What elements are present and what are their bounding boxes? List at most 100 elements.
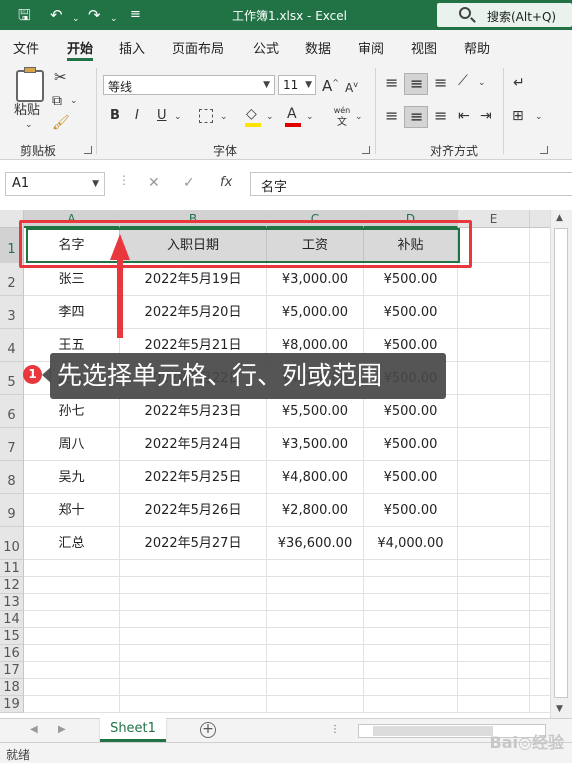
italic-button[interactable]: I xyxy=(135,107,139,125)
tab-page-layout[interactable]: 页面布局 xyxy=(172,38,224,57)
tab-file[interactable]: 文件 xyxy=(13,38,39,57)
orientation-dropdown-icon[interactable]: ⌄ xyxy=(478,78,486,88)
empty-cell[interactable] xyxy=(120,594,267,611)
row-header[interactable]: 7 xyxy=(0,428,24,461)
paste-icon[interactable] xyxy=(16,67,44,102)
redo-icon[interactable]: ↷ xyxy=(88,6,101,24)
tab-data[interactable]: 数据 xyxy=(305,38,331,57)
empty-cell[interactable] xyxy=(458,494,530,527)
increase-font-size-button[interactable]: A^ xyxy=(322,74,339,95)
empty-cell[interactable] xyxy=(458,560,530,577)
empty-cell[interactable] xyxy=(530,577,550,594)
table-cell[interactable]: ¥500.00 xyxy=(364,428,458,461)
align-center-button[interactable]: ≡ xyxy=(404,106,428,128)
table-cell[interactable]: ¥2,800.00 xyxy=(267,494,364,527)
empty-cell[interactable] xyxy=(24,594,120,611)
table-cell[interactable]: 2022年5月23日 xyxy=(120,395,267,428)
empty-cell[interactable] xyxy=(120,560,267,577)
borders-dropdown-icon[interactable]: ⌄ xyxy=(220,112,228,122)
table-cell[interactable]: 2022年5月26日 xyxy=(120,494,267,527)
empty-cell[interactable] xyxy=(530,679,550,696)
table-cell[interactable]: ¥5,500.00 xyxy=(267,395,364,428)
row-header[interactable]: 10 xyxy=(0,527,24,560)
fill-color-icon[interactable]: ◇ xyxy=(246,105,257,123)
table-cell[interactable]: ¥4,000.00 xyxy=(364,527,458,560)
empty-cell[interactable] xyxy=(530,263,550,296)
empty-cell[interactable] xyxy=(530,395,550,428)
empty-cell[interactable] xyxy=(364,645,458,662)
paste-dropdown-icon[interactable]: ⌄ xyxy=(25,120,33,130)
table-cell[interactable]: 吴九 xyxy=(24,461,120,494)
empty-cell[interactable] xyxy=(364,679,458,696)
empty-cell[interactable] xyxy=(24,577,120,594)
table-cell[interactable]: 李四 xyxy=(24,296,120,329)
empty-cell[interactable] xyxy=(530,611,550,628)
tab-view[interactable]: 视图 xyxy=(411,38,437,57)
paste-button[interactable]: 粘贴 xyxy=(14,102,40,120)
format-painter-icon[interactable]: 🖌 xyxy=(52,114,70,132)
empty-cell[interactable] xyxy=(267,679,364,696)
table-cell[interactable]: 2022年5月20日 xyxy=(120,296,267,329)
insert-function-icon[interactable]: fx xyxy=(220,175,232,190)
row-header[interactable]: 12 xyxy=(0,577,24,594)
cut-icon[interactable]: ✂ xyxy=(54,68,67,86)
table-cell[interactable]: 汇总 xyxy=(24,527,120,560)
row-header[interactable]: 8 xyxy=(0,461,24,494)
empty-cell[interactable] xyxy=(120,611,267,628)
row-header[interactable]: 3 xyxy=(0,296,24,329)
row-header[interactable]: 14 xyxy=(0,611,24,628)
empty-cell[interactable] xyxy=(530,645,550,662)
empty-cell[interactable] xyxy=(120,696,267,713)
orientation-icon[interactable]: ⟋ xyxy=(458,72,468,90)
align-left-icon[interactable]: ≡ xyxy=(385,107,398,125)
empty-cell[interactable] xyxy=(267,696,364,713)
empty-cell[interactable] xyxy=(24,679,120,696)
merge-dropdown-icon[interactable]: ⌄ xyxy=(535,112,543,122)
row-header[interactable]: 6 xyxy=(0,395,24,428)
copy-icon[interactable]: ⧉ xyxy=(52,92,62,110)
empty-cell[interactable] xyxy=(458,611,530,628)
decrease-font-size-button[interactable]: Av xyxy=(345,76,358,97)
tab-help[interactable]: 帮助 xyxy=(464,38,490,57)
row-header[interactable]: 16 xyxy=(0,645,24,662)
empty-cell[interactable] xyxy=(24,611,120,628)
empty-cell[interactable] xyxy=(24,560,120,577)
empty-cell[interactable] xyxy=(458,428,530,461)
empty-cell[interactable] xyxy=(530,527,550,560)
align-launcher-icon[interactable] xyxy=(540,146,548,154)
empty-cell[interactable] xyxy=(120,628,267,645)
empty-cell[interactable] xyxy=(530,594,550,611)
row-header[interactable]: 18 xyxy=(0,679,24,696)
empty-cell[interactable] xyxy=(530,362,550,395)
fill-color-dropdown-icon[interactable]: ⌄ xyxy=(266,112,274,122)
empty-cell[interactable] xyxy=(267,560,364,577)
undo-dropdown-icon[interactable]: ⌄ xyxy=(72,10,80,28)
empty-cell[interactable] xyxy=(267,594,364,611)
copy-dropdown-icon[interactable]: ⌄ xyxy=(70,96,78,106)
wrap-text-icon[interactable]: ↵ xyxy=(513,74,525,92)
align-bottom-icon[interactable]: ≡ xyxy=(434,74,447,92)
table-cell[interactable]: ¥5,000.00 xyxy=(267,296,364,329)
empty-cell[interactable] xyxy=(364,560,458,577)
row-header[interactable]: 15 xyxy=(0,628,24,645)
row-header[interactable]: 11 xyxy=(0,560,24,577)
phonetic-dropdown-icon[interactable]: ⌄ xyxy=(355,112,363,122)
vertical-scrollbar[interactable]: ▲ ▼ xyxy=(550,210,572,718)
table-cell[interactable]: ¥500.00 xyxy=(364,461,458,494)
tab-formulas[interactable]: 公式 xyxy=(253,38,279,57)
row-header[interactable]: 9 xyxy=(0,494,24,527)
tab-insert[interactable]: 插入 xyxy=(119,38,145,57)
more-options-icon[interactable]: ⋮ xyxy=(118,173,130,187)
increase-indent-icon[interactable]: ⇥ xyxy=(480,107,492,125)
add-sheet-icon[interactable]: + xyxy=(200,722,216,738)
table-cell[interactable]: ¥500.00 xyxy=(364,494,458,527)
empty-cell[interactable] xyxy=(458,628,530,645)
empty-cell[interactable] xyxy=(530,461,550,494)
empty-cell[interactable] xyxy=(458,645,530,662)
empty-cell[interactable] xyxy=(530,329,550,362)
empty-cell[interactable] xyxy=(364,628,458,645)
customize-toolbar-icon[interactable]: ≡ xyxy=(130,6,141,24)
enter-icon[interactable]: ✓ xyxy=(183,175,195,191)
empty-cell[interactable] xyxy=(458,577,530,594)
table-cell[interactable]: ¥36,600.00 xyxy=(267,527,364,560)
